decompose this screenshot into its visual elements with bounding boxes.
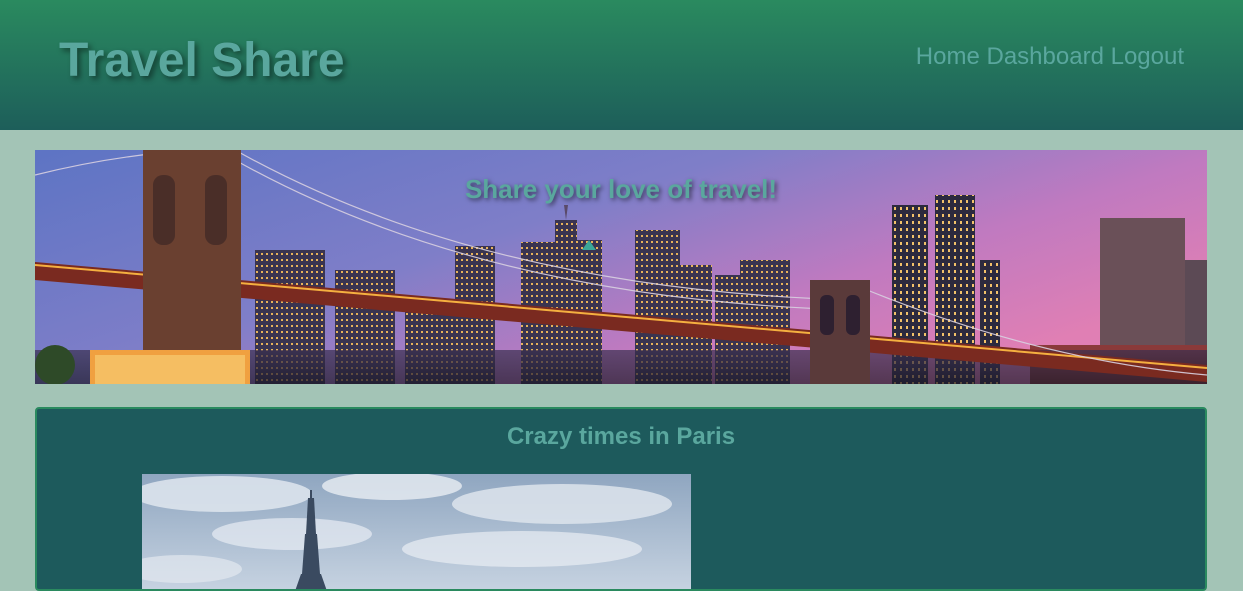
- post-card[interactable]: Crazy times in Paris: [35, 407, 1207, 591]
- post-title: Crazy times in Paris: [506, 423, 736, 450]
- post-photo[interactable]: [142, 474, 691, 589]
- site-header: Travel Share Home Dashboard Logout: [0, 0, 1243, 130]
- nav-dashboard-link[interactable]: Dashboard: [987, 43, 1104, 70]
- main-nav: Home Dashboard Logout: [916, 43, 1184, 71]
- nav-logout-link[interactable]: Logout: [1111, 43, 1184, 70]
- eiffel-tower-photo: [142, 474, 691, 589]
- banner-tagline: Share your love of travel!: [464, 174, 778, 204]
- nav-home-link[interactable]: Home: [916, 43, 980, 70]
- site-title: Travel Share: [59, 34, 345, 87]
- hero-banner: Share your love of travel!: [35, 150, 1207, 384]
